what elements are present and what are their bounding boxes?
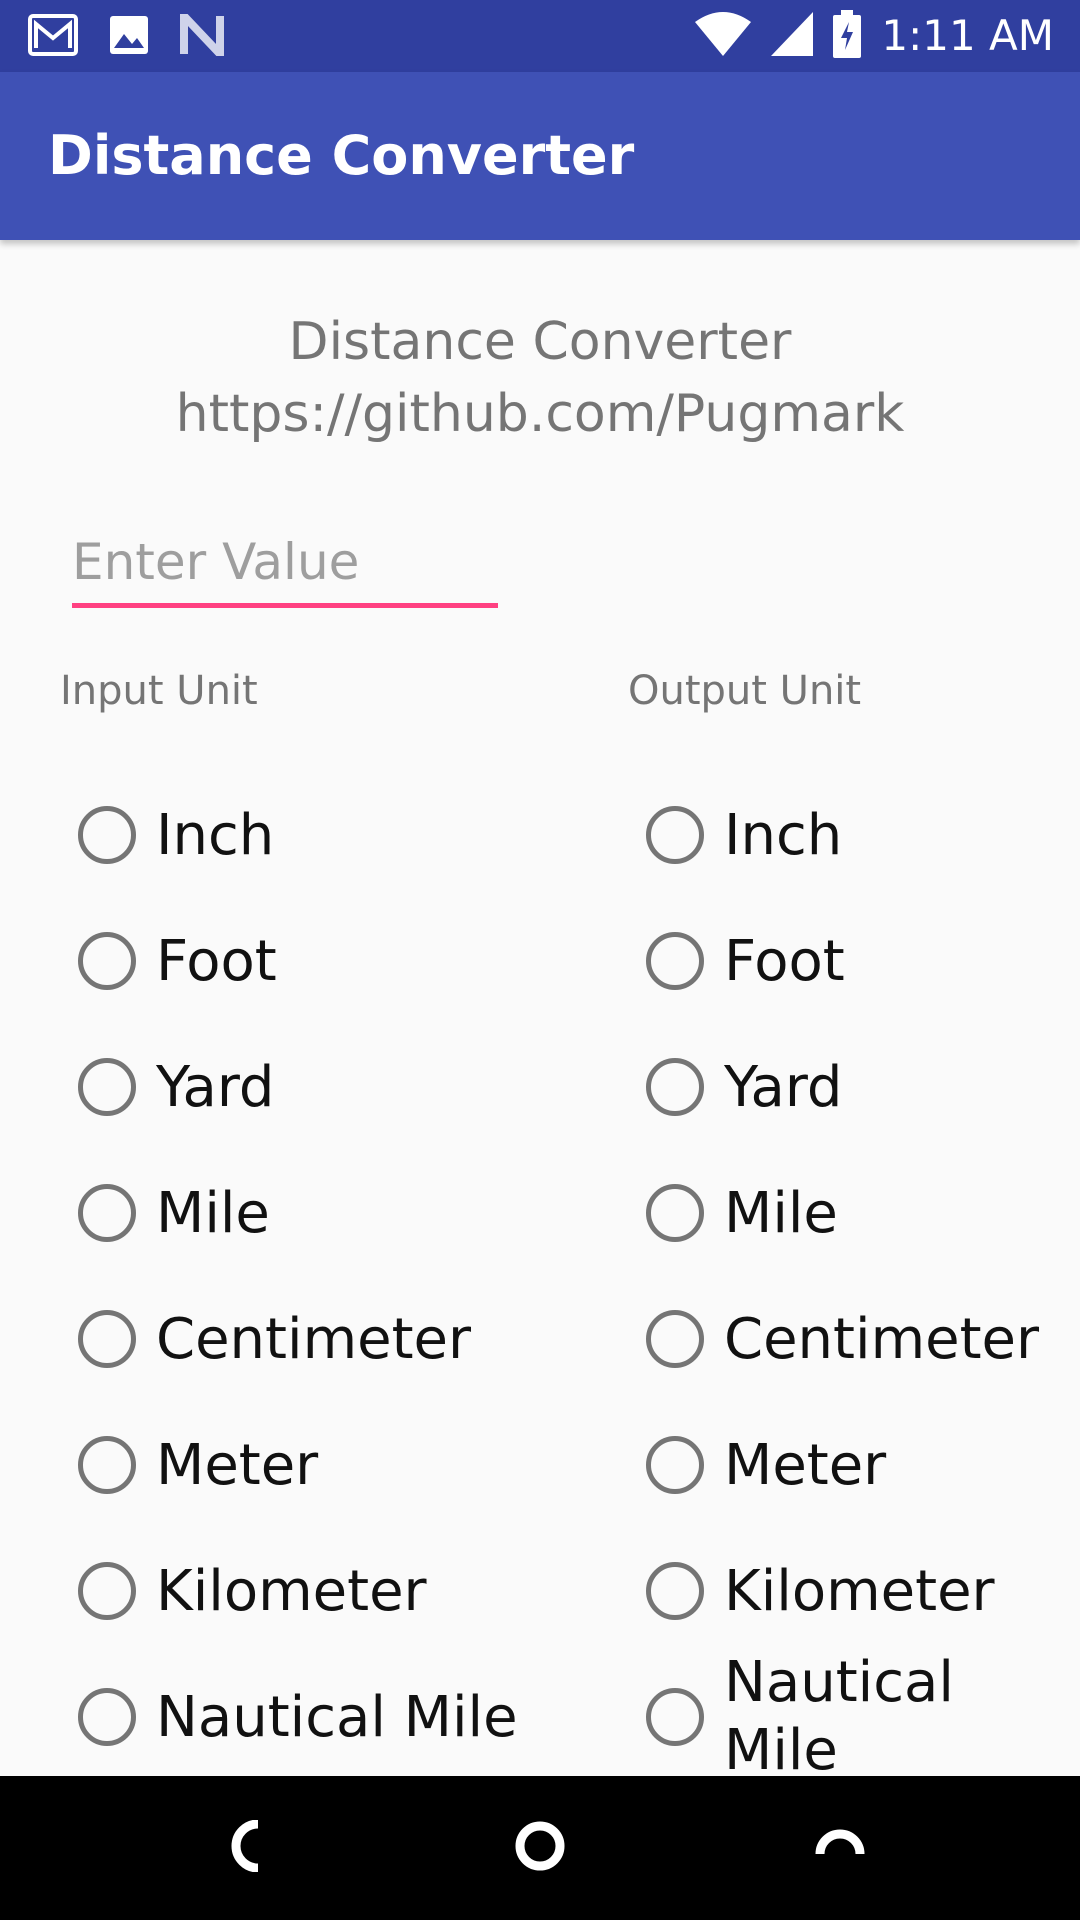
radio-button[interactable] [646,1436,704,1494]
radio-label: Yard [724,1054,843,1120]
output-radio-centimeter[interactable]: Centimeter [646,1276,1066,1402]
notification-n-icon [180,5,224,65]
header-url: https://github.com/Pugmark [175,384,905,444]
radio-button[interactable] [646,806,704,864]
output-unit-label: Output Unit [628,668,862,714]
input-radio-centimeter[interactable]: Centimeter [78,1276,578,1402]
radio-label: Centimeter [156,1306,471,1372]
status-left-icons [28,5,224,65]
radio-label: Inch [156,802,275,868]
input-radio-nautical-mile[interactable]: Nautical Mile [78,1654,578,1780]
radio-button[interactable] [646,1562,704,1620]
radio-button[interactable] [646,1310,704,1368]
radio-label: Kilometer [724,1558,995,1624]
output-radio-kilometer[interactable]: Kilometer [646,1528,1066,1654]
output-radio-nautical-mile[interactable]: Nautical Mile [646,1650,1066,1783]
image-icon [108,14,150,60]
radio-button[interactable] [78,806,136,864]
radio-button[interactable] [78,1184,136,1242]
input-radio-meter[interactable]: Meter [78,1402,578,1528]
input-radio-yard[interactable]: Yard [78,1024,578,1150]
radio-button[interactable] [78,1688,136,1746]
output-unit-radio-group: Inch Foot Yard Mile Centimeter Meter Kil… [646,772,1066,1783]
battery-charging-icon [833,10,862,62]
value-input-container [72,520,498,610]
radio-button[interactable] [78,1058,136,1116]
status-bar: 1:11 AM [0,0,1080,72]
radio-button[interactable] [78,932,136,990]
recents-button[interactable] [804,1812,876,1884]
radio-label: Meter [156,1432,319,1498]
radio-button[interactable] [78,1436,136,1494]
header-title: Distance Converter [288,312,792,372]
output-radio-mile[interactable]: Mile [646,1150,1066,1276]
radio-label: Yard [156,1054,275,1120]
status-time: 1:11 AM [881,11,1054,60]
input-radio-mile[interactable]: Mile [78,1150,578,1276]
header-text: Distance Converter https://github.com/Pu… [0,306,1080,450]
cell-signal-icon [771,12,814,60]
value-input[interactable] [72,520,498,608]
home-button[interactable] [504,1812,576,1884]
navigation-bar [0,1776,1080,1920]
radio-label: Mile [156,1180,270,1246]
radio-label: Meter [724,1432,887,1498]
radio-label: Foot [724,928,845,994]
output-radio-foot[interactable]: Foot [646,898,1066,1024]
radio-label: Foot [156,928,277,994]
gmail-icon [28,14,78,60]
input-unit-label: Input Unit [60,668,258,714]
status-right-icons: 1:11 AM [695,10,1054,62]
app-title: Distance Converter [48,124,635,187]
input-radio-inch[interactable]: Inch [78,772,578,898]
radio-button[interactable] [78,1562,136,1620]
radio-button[interactable] [646,1688,704,1746]
output-radio-meter[interactable]: Meter [646,1402,1066,1528]
output-radio-inch[interactable]: Inch [646,772,1066,898]
radio-label: Nautical Mile [724,1650,954,1783]
radio-button[interactable] [78,1310,136,1368]
radio-label: Centimeter [724,1306,1039,1372]
radio-label: Mile [724,1180,838,1246]
radio-label: Nautical Mile [156,1684,518,1750]
back-button[interactable] [210,1812,282,1884]
home-icon [514,1820,566,1876]
input-radio-foot[interactable]: Foot [78,898,578,1024]
wifi-icon [695,12,752,60]
radio-button[interactable] [646,1058,704,1116]
radio-button[interactable] [646,932,704,990]
radio-label: Inch [724,802,843,868]
back-icon [224,1819,268,1876]
radio-label: Kilometer [156,1558,427,1624]
input-unit-radio-group: Inch Foot Yard Mile Centimeter Meter Kil… [78,772,578,1780]
recents-icon [814,1820,866,1876]
output-radio-yard[interactable]: Yard [646,1024,1066,1150]
input-radio-kilometer[interactable]: Kilometer [78,1528,578,1654]
radio-button[interactable] [646,1184,704,1242]
app-bar: Distance Converter [0,72,1080,240]
